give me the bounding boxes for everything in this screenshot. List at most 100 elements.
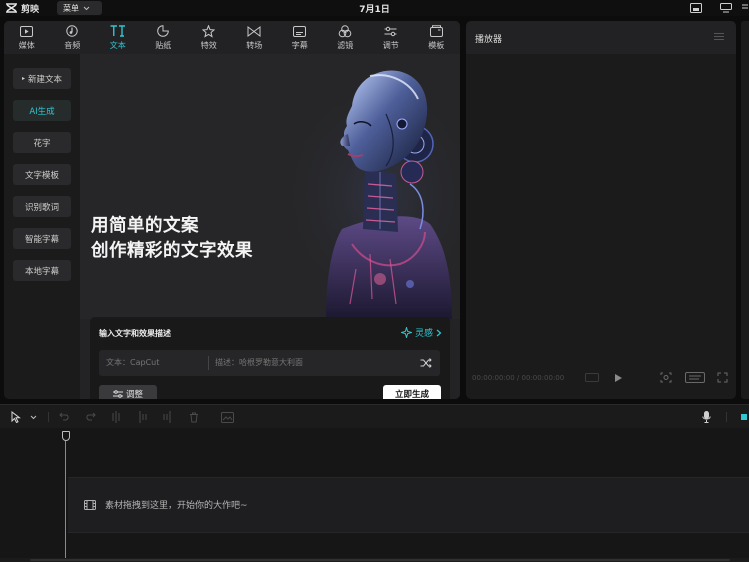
player-menu-icon[interactable] <box>714 33 724 42</box>
sidebar-item-label: 花字 <box>33 138 51 149</box>
capcut-logo-icon <box>6 3 17 13</box>
tab-label: 模板 <box>428 40 445 50</box>
sidebar-item-text-template[interactable]: 文字模板 <box>13 164 71 185</box>
project-title: 7月1日 <box>359 5 390 15</box>
sidebar-item-label: 文字模板 <box>24 170 59 181</box>
media-icon <box>20 25 34 38</box>
split-icon[interactable] <box>110 411 122 423</box>
tab-label: 滤镜 <box>337 40 354 50</box>
play-icon <box>614 373 622 382</box>
menu-button[interactable]: 菜单 <box>57 1 102 15</box>
ai-generate-content: 用简单的文案 创作精彩的文字效果 输入文字和效果描述 灵感 调整 立即生成 <box>80 54 460 399</box>
effects-icon <box>202 24 216 38</box>
player-timecode: 00:00:00:00 / 00:00:00:00 <box>472 374 565 382</box>
text-icon <box>110 25 126 38</box>
play-button[interactable] <box>612 372 624 383</box>
sidebar-item-fancy-text[interactable]: 花字 <box>13 132 71 153</box>
timeline-area[interactable]: 素材拖拽到这里，开始你的大作吧~ <box>0 428 749 562</box>
tab-label: 媒体 <box>18 40 35 50</box>
ai-text-generator: 输入文字和效果描述 灵感 调整 立即生成 <box>90 317 450 399</box>
toolbar-divider <box>726 412 727 422</box>
main-track-dropzone[interactable]: 素材拖拽到这里，开始你的大作吧~ <box>68 477 749 533</box>
redo-icon[interactable] <box>84 411 96 423</box>
player-title: 播放器 <box>475 35 503 45</box>
sticker-icon <box>157 25 170 38</box>
menu-label: 菜单 <box>63 3 79 13</box>
tab-label: 特效 <box>200 40 217 50</box>
generate-now-button[interactable]: 立即生成 <box>383 385 441 399</box>
inspire-label: 灵感 <box>414 329 433 339</box>
tab-transition[interactable]: 转场 <box>232 21 278 54</box>
sidebar-item-smart-subtitle[interactable]: 智能字幕 <box>13 228 71 249</box>
tab-filter[interactable]: 滤镜 <box>323 21 369 54</box>
tab-text[interactable]: 文本 <box>95 21 141 54</box>
properties-panel-edge <box>741 21 749 399</box>
chevron-down-icon[interactable] <box>28 411 38 423</box>
tab-label: 转场 <box>246 40 263 50</box>
text-input[interactable] <box>106 358 206 367</box>
sparkle-icon <box>400 327 412 338</box>
tab-label: 调节 <box>382 40 399 50</box>
sidebar-item-ai-generate[interactable]: AI生成 <box>13 100 71 121</box>
sliders-icon <box>112 389 123 398</box>
sidebar-item-label: 新建文本 <box>28 74 63 85</box>
microphone-icon[interactable] <box>700 411 712 423</box>
material-panel: 媒体 音频 文本 贴纸 特效 转场 字幕 滤镜 调节 模板 ▸ 新建文本 AI生… <box>4 21 460 399</box>
image-freeze-icon[interactable] <box>220 411 234 423</box>
player-header: 播放器 <box>466 21 736 54</box>
ratio-button[interactable] <box>684 372 706 383</box>
drop-hint: 素材拖拽到这里，开始你的大作吧~ <box>84 498 248 511</box>
split-right-icon[interactable] <box>162 411 174 423</box>
tab-sticker[interactable]: 贴纸 <box>141 21 187 54</box>
sidebar-item-label: AI生成 <box>29 106 55 117</box>
window-more-icon[interactable] <box>738 2 749 14</box>
tab-effects[interactable]: 特效 <box>186 21 232 54</box>
playhead-handle[interactable] <box>62 431 70 441</box>
transition-icon <box>247 25 261 38</box>
playhead-line[interactable] <box>65 441 66 562</box>
filter-icon <box>338 24 352 38</box>
shuffle-icon[interactable] <box>420 357 432 369</box>
fullscreen-icon[interactable] <box>716 372 728 383</box>
sidebar-item-new-text[interactable]: ▸ 新建文本 <box>13 68 71 89</box>
promo-banner: 用简单的文案 创作精彩的文字效果 <box>80 54 460 319</box>
tab-adjust[interactable]: 调节 <box>368 21 414 54</box>
delete-icon[interactable] <box>188 411 200 423</box>
chevron-right-icon <box>436 329 442 336</box>
description-input[interactable] <box>208 356 388 370</box>
tab-template[interactable]: 模板 <box>414 21 460 54</box>
sidebar-item-local-subtitle[interactable]: 本地字幕 <box>13 260 71 281</box>
tab-label: 音频 <box>64 40 81 50</box>
sidebar-item-label: 智能字幕 <box>24 234 59 245</box>
timeline-ruler[interactable] <box>0 428 749 477</box>
subtitle-icon <box>293 25 307 38</box>
prompt-row <box>99 350 440 376</box>
toolbar-divider <box>48 412 49 422</box>
sidebar-item-recognize-lyrics[interactable]: 识别歌词 <box>13 196 71 217</box>
undo-icon[interactable] <box>58 411 70 423</box>
timeline-scrollbar[interactable] <box>0 558 749 562</box>
tab-subtitle[interactable]: 字幕 <box>277 21 323 54</box>
snap-toggle-icon[interactable] <box>740 411 748 423</box>
select-tool-icon[interactable] <box>10 411 22 423</box>
cyborg-woman-illustration <box>270 64 460 319</box>
tab-media[interactable]: 媒体 <box>4 21 50 54</box>
template-icon <box>429 25 443 38</box>
tab-label: 文本 <box>109 40 126 50</box>
tab-label: 字幕 <box>291 40 308 50</box>
inspire-button[interactable]: 灵感 <box>400 326 442 339</box>
film-icon <box>84 499 96 510</box>
fit-screen-icon[interactable] <box>659 372 673 383</box>
timeline-ratio-icon[interactable] <box>584 372 600 383</box>
tab-audio[interactable]: 音频 <box>50 21 96 54</box>
sidebar-item-label: 本地字幕 <box>24 266 59 277</box>
audio-icon <box>66 25 78 38</box>
adjust-button[interactable]: 调整 <box>99 385 157 399</box>
tab-label: 贴纸 <box>155 40 172 50</box>
player-panel: 播放器 00:00:00:00 / 00:00:00:00 <box>466 21 736 399</box>
title-bar: 剪映 菜单 7月1日 <box>0 0 749 16</box>
layout-switch-icon[interactable] <box>719 2 733 14</box>
adjust-icon <box>384 25 397 38</box>
layout-icon[interactable] <box>689 2 703 14</box>
split-left-icon[interactable] <box>136 411 148 423</box>
